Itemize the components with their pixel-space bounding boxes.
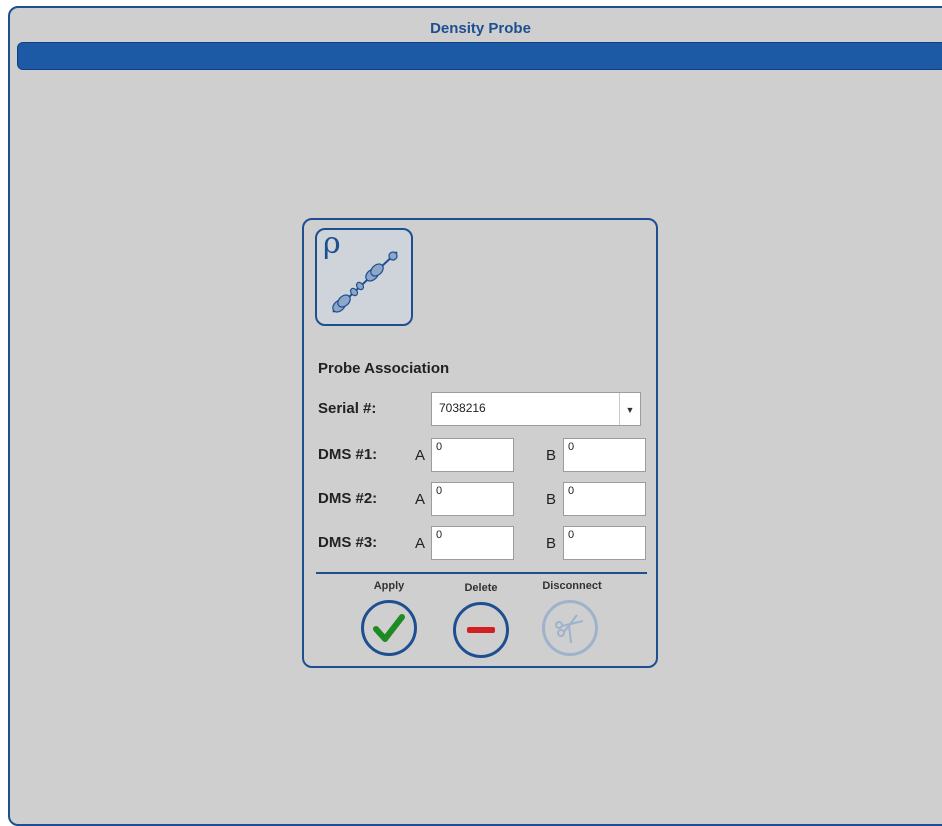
dms-2-a-input[interactable]: 0 — [431, 482, 514, 516]
chevron-down-icon[interactable]: ▼ — [619, 393, 640, 425]
minus-icon — [467, 627, 495, 633]
dms-2-a-value: 0 — [436, 485, 443, 497]
title-bar — [17, 42, 942, 70]
probe-association-panel: ρ Probe Association Serial #: 7038216 ▼ … — [302, 218, 658, 668]
serial-value: 7038216 — [439, 401, 486, 415]
dms-2-b-input[interactable]: 0 — [563, 482, 646, 516]
serial-label: Serial #: — [318, 400, 377, 417]
window-title: Density Probe — [430, 20, 531, 37]
dms-3-label: DMS #3: — [318, 534, 378, 551]
section-title: Probe Association — [318, 360, 450, 377]
serial-select[interactable]: 7038216 ▼ — [431, 392, 641, 426]
checkmark-icon — [373, 614, 405, 642]
scissors-icon — [555, 614, 584, 644]
dms-3-a-input[interactable]: 0 — [431, 526, 514, 560]
dms-2-label: DMS #2: — [318, 490, 378, 507]
dms-1-b-value: 0 — [568, 441, 575, 453]
dms-3-a-label: A — [415, 535, 426, 552]
delete-label: Delete — [464, 582, 498, 594]
density-probe-icon: ρ — [315, 226, 413, 326]
divider — [316, 572, 647, 574]
dms-1-a-value: 0 — [436, 441, 443, 453]
dms-1-label: DMS #1: — [318, 446, 378, 463]
apply-label: Apply — [373, 580, 405, 592]
disconnect-label: Disconnect — [542, 580, 602, 592]
delete-button[interactable] — [453, 602, 509, 658]
dms-2-b-label: B — [546, 491, 557, 508]
disconnect-button[interactable] — [542, 600, 598, 656]
dms-1-b-input[interactable]: 0 — [563, 438, 646, 472]
apply-button[interactable] — [361, 600, 417, 656]
probe-graphic-icon — [332, 251, 398, 313]
dms-3-b-label: B — [546, 535, 557, 552]
dms-1-a-input[interactable]: 0 — [431, 438, 514, 472]
dms-1-a-label: A — [415, 447, 426, 464]
dms-2-a-label: A — [415, 491, 426, 508]
dms-1-b-label: B — [546, 447, 557, 464]
dms-2-b-value: 0 — [568, 485, 575, 497]
dms-3-b-value: 0 — [568, 529, 575, 541]
dms-3-a-value: 0 — [436, 529, 443, 541]
dms-3-b-input[interactable]: 0 — [563, 526, 646, 560]
